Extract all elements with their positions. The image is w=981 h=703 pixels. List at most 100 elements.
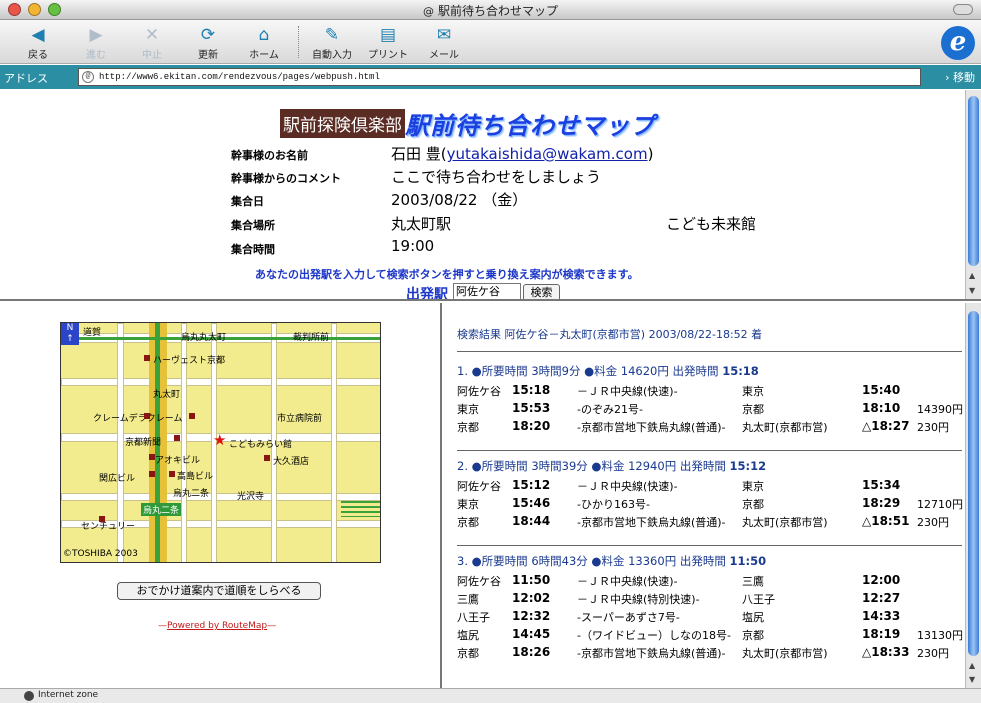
leg-from: 阿佐ケ谷 (457, 385, 501, 398)
building-marker (169, 471, 175, 477)
address-input[interactable]: @ http://www6.ekitan.com/rendezvous/pages… (78, 68, 921, 86)
powered-by-link[interactable]: Powered by RouteMap (167, 621, 267, 631)
result-separator (457, 545, 962, 546)
info-key: 集合日 (231, 195, 264, 208)
print-button[interactable]: ▤ プリント (364, 24, 412, 62)
leg-arr: △18:27 (862, 419, 910, 433)
go-button[interactable]: › 移動 (945, 69, 975, 85)
place-venue: こども未来館 (666, 215, 757, 233)
leg-line: -京都市営地下鉄烏丸線(普通)- (577, 516, 726, 529)
leg-line: -京都市営地下鉄烏丸線(普通)- (577, 421, 726, 434)
map-road (331, 323, 337, 562)
leg-from: 阿佐ケ谷 (457, 575, 501, 588)
scroll-thumb[interactable] (968, 311, 979, 656)
route-depart-time: 15:12 (729, 459, 767, 473)
route-leg-row: 阿佐ケ谷 15:18 －ＪＲ中央線(快速)- 東京 15:40 (457, 383, 962, 401)
leg-arr: 15:40 (862, 383, 901, 397)
building-marker (264, 455, 270, 461)
forward-button[interactable]: ▶ 進む (72, 24, 120, 62)
window-title-text: 駅前待ち合わせマップ (437, 4, 558, 18)
map-frame: N ↑ 道賀 烏丸丸太町 裁判所前 ハーヴェスト京都 丸太町 クレームデラクレーム… (0, 303, 442, 688)
leg-dep: 15:18 (512, 383, 551, 397)
map-label: クレームデラクレーム (93, 414, 183, 424)
leg-arr: 14:33 (862, 609, 901, 623)
scroll-down-arrow-icon[interactable]: ▼ (969, 286, 975, 295)
at-icon: @ (82, 71, 94, 83)
powered-prefix: — (158, 621, 167, 631)
map-label: センチュリー (81, 522, 136, 532)
home-label: ホーム (249, 50, 279, 61)
mail-label: メール (429, 50, 459, 61)
depart-station-input[interactable]: 阿佐ケ谷 (453, 283, 521, 299)
top-frame-scrollbar[interactable]: ▲ ▼ (965, 90, 981, 299)
route-leg-row: 阿佐ケ谷 11:50 －ＪＲ中央線(快速)- 三鷹 12:00 (457, 573, 962, 591)
organizer-email-link[interactable]: yutakaishida@wakam.com (447, 145, 648, 163)
mail-button[interactable]: ✉ メール (420, 24, 468, 62)
route-leg-row: 京都 18:44 -京都市営地下鉄烏丸線(普通)- 丸太町(京都市営) △18:51 23… (457, 514, 962, 532)
leg-fare: 14390円 (917, 403, 963, 416)
map-label: 烏丸丸太町 (181, 333, 227, 343)
results-scrollbar[interactable]: ▲ ▼ (965, 303, 981, 688)
leg-to: 丸太町(京都市営) (742, 647, 828, 660)
building-marker (149, 471, 155, 477)
building-marker (149, 454, 155, 460)
toolbar-separator (298, 26, 299, 58)
leg-to: 八王子 (742, 593, 775, 606)
results-header: 検索結果 阿佐ケ谷－丸太町(京都市営) 2003/08/22-18:52 着 (457, 328, 763, 341)
toolbar: ◀ 戻る ▶ 進む ✕ 中止 ⟳ 更新 ⌂ ホーム ✎ 自動入力 ▤ プリント ✉ メール e (0, 20, 981, 64)
route-leg-row: 東京 15:46 -ひかり163号- 京都 18:29 12710円 (457, 496, 963, 514)
map-label: アオキビル (155, 456, 201, 466)
home-button[interactable]: ⌂ ホーム (240, 24, 288, 62)
status-text: Internet zone (38, 690, 99, 700)
scroll-up-arrow-icon[interactable]: ▲ (969, 271, 975, 280)
status-bar: Internet zone (0, 688, 981, 703)
map-label: ハーヴェスト京都 (153, 356, 226, 366)
area-map[interactable]: N ↑ 道賀 烏丸丸太町 裁判所前 ハーヴェスト京都 丸太町 クレームデラクレーム… (60, 322, 381, 563)
scroll-up-arrow-icon[interactable]: ▲ (969, 661, 975, 670)
depart-label: 出発駅 (406, 287, 448, 301)
top-frame: 駅前探険倶楽部 駅前待ち合わせマップ 幹事様のお名前 石田 豊(yutakaish… (0, 90, 981, 301)
logo-club-text: 駅前探険倶楽部 (280, 109, 405, 138)
address-url: http://www6.ekitan.com/rendezvous/pages/… (99, 72, 380, 82)
route-leg-row: 京都 18:26 -京都市営地下鉄烏丸線(普通)- 丸太町(京都市営) △18:33 23… (457, 645, 962, 663)
leg-line: －ＪＲ中央線(特別快速)- (577, 593, 700, 606)
leg-to: 丸太町(京都市営) (742, 516, 828, 529)
leg-line: －ＪＲ中央線(快速)- (577, 480, 678, 493)
leg-to: 京都 (742, 403, 764, 416)
scroll-down-arrow-icon[interactable]: ▼ (969, 675, 975, 684)
info-value: 2003/08/22 （金） (391, 191, 528, 209)
leg-arr: 18:29 (862, 496, 901, 510)
building-marker (99, 516, 105, 522)
refresh-button[interactable]: ⟳ 更新 (184, 24, 232, 62)
leg-from: 八王子 (457, 611, 490, 624)
toolbar-toggle-button[interactable] (953, 4, 973, 15)
route-summary: 3. ●所要時間 6時間43分 ●料金 13360円 出発時間 11:50 (457, 553, 766, 569)
result-separator (457, 450, 962, 451)
leg-line: -ひかり163号- (577, 498, 650, 511)
title-bar: @ 駅前待ち合わせマップ (0, 0, 981, 20)
leg-to: 東京 (742, 385, 764, 398)
leg-line: -（ワイドビュー）しなの18号- (577, 629, 731, 642)
leg-from: 東京 (457, 403, 479, 416)
building-marker (174, 435, 180, 441)
back-button[interactable]: ◀ 戻る (14, 24, 62, 62)
leg-from: 東京 (457, 498, 479, 511)
search-button[interactable]: 検索 (523, 284, 560, 299)
place-station: 丸太町駅 (391, 215, 452, 233)
leg-line: -のぞみ21号- (577, 403, 643, 416)
map-label: 裁判所前 (293, 333, 330, 343)
map-label: 大久酒店 (273, 457, 310, 467)
route-summary-text: 2. ●所要時間 3時間39分 ●料金 12940円 出発時間 (457, 459, 730, 473)
route-depart-time: 11:50 (729, 554, 767, 568)
scroll-thumb[interactable] (968, 96, 979, 266)
stop-button[interactable]: ✕ 中止 (128, 24, 176, 62)
route-summary-text: 1. ●所要時間 3時間9分 ●料金 14620円 出発時間 (457, 364, 723, 378)
leg-dep: 18:26 (512, 645, 551, 659)
autofill-button[interactable]: ✎ 自動入力 (308, 24, 356, 62)
route-guide-button[interactable]: おでかけ道案内で道順をしらべる (117, 582, 321, 600)
stop-x-icon: ✕ (144, 25, 160, 45)
building-marker (189, 413, 195, 419)
results-frame: 検索結果 阿佐ケ谷－丸太町(京都市営) 2003/08/22-18:52 着 1… (444, 303, 981, 688)
route-leg-row: 東京 15:53 -のぞみ21号- 京都 18:10 14390円 (457, 401, 963, 419)
leg-arr: 18:10 (862, 401, 901, 415)
